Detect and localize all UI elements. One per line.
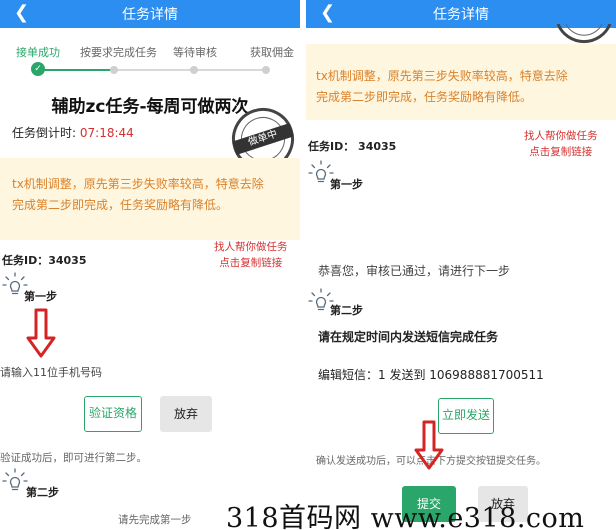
step-dot [262, 66, 270, 74]
review-passed-text: 恭喜您，审核已通过，请进行下一步 [318, 264, 511, 278]
progress-steps: 接单成功 按要求完成任务 等待审核 获取佣金 ✓ [0, 44, 300, 84]
check-icon: ✓ [31, 62, 45, 76]
notice-box: tx机制调整，原先第三步失败率较高，特意去除 完成第二步即完成，任务奖励略有降低… [0, 158, 300, 240]
sms-heading: 请在规定时间内发送短信完成任务 [318, 330, 499, 344]
down-arrow-icon [414, 420, 444, 470]
left-screen: ❮ 任务详情 接单成功 按要求完成任务 等待审核 获取佣金 ✓ 辅助zc任务-每… [0, 0, 300, 530]
task-id: 任务ID： 34035 [308, 140, 397, 153]
notice-line: tx机制调整，原先第三步失败率较高，特意去除 [12, 177, 264, 191]
page-title: 任务详情 [433, 7, 489, 23]
complete-first-text: 请先完成第一步 [118, 514, 192, 526]
notice-line: tx机制调整，原先第三步失败率较高，特意去除 [316, 69, 568, 83]
down-arrow-icon [26, 308, 56, 358]
notice-line: 完成第二步即完成，任务奖励略有降低。 [316, 90, 533, 104]
page-title: 任务详情 [122, 7, 178, 23]
notice-box: tx机制调整，原先第三步失败率较高，特意去除 完成第二步即完成，任务奖励略有降低… [306, 44, 616, 120]
step-dot [110, 66, 118, 74]
step-complete-task: 按要求完成任务 [80, 46, 157, 59]
notice-line: 完成第二步即完成，任务奖励略有降低。 [12, 198, 229, 212]
progress-line [114, 69, 264, 71]
step-get-reward: 获取佣金 [250, 46, 294, 59]
step-await-review: 等待审核 [173, 46, 217, 59]
sms-instruction: 编辑短信：1 发送到 106988881700511 [318, 368, 544, 382]
countdown-time: 07:18:44 [79, 126, 134, 140]
countdown: 任务倒计时: 07:18:44 [12, 124, 134, 141]
copy-link-helper[interactable]: 找人帮你做任务 点击复制链接 [524, 128, 598, 160]
verify-button[interactable]: 验证资格 [84, 396, 142, 432]
step2-label: 第二步 [330, 304, 363, 317]
watermark: 318首码网 www.e318.com [226, 503, 585, 530]
step-dot [190, 66, 198, 74]
helper-line: 找人帮你做任务 [524, 130, 598, 142]
task-id: 任务ID：34035 [2, 254, 87, 267]
step1-label: 第一步 [24, 290, 57, 303]
copy-link-helper[interactable]: 找人帮你做任务 点击复制链接 [214, 239, 288, 271]
step-accepted: 接单成功 [16, 46, 60, 59]
helper-line: 找人帮你做任务 [214, 241, 288, 253]
lightbulb-icon [2, 468, 28, 491]
right-screen: ❮ 任务详情 tx机制调整，原先第三步失败率较高，特意去除 完成第二步即完成，任… [306, 0, 616, 530]
after-verify-text: 验证成功后，即可进行第二步。 [0, 452, 147, 464]
send-now-button[interactable]: 立即发送 [438, 398, 494, 434]
helper-line: 点击复制链接 [219, 257, 283, 269]
countdown-label: 任务倒计时: [12, 126, 77, 140]
progress-line-done [44, 69, 114, 71]
helper-line: 点击复制链接 [529, 146, 593, 158]
header-bar: ❮ 任务详情 [0, 0, 300, 28]
phone-input[interactable]: 请输入11位手机号码 [0, 364, 102, 380]
step2-label: 第二步 [26, 486, 59, 499]
abandon-button[interactable]: 放弃 [160, 396, 212, 432]
step1-label: 第一步 [330, 178, 363, 191]
